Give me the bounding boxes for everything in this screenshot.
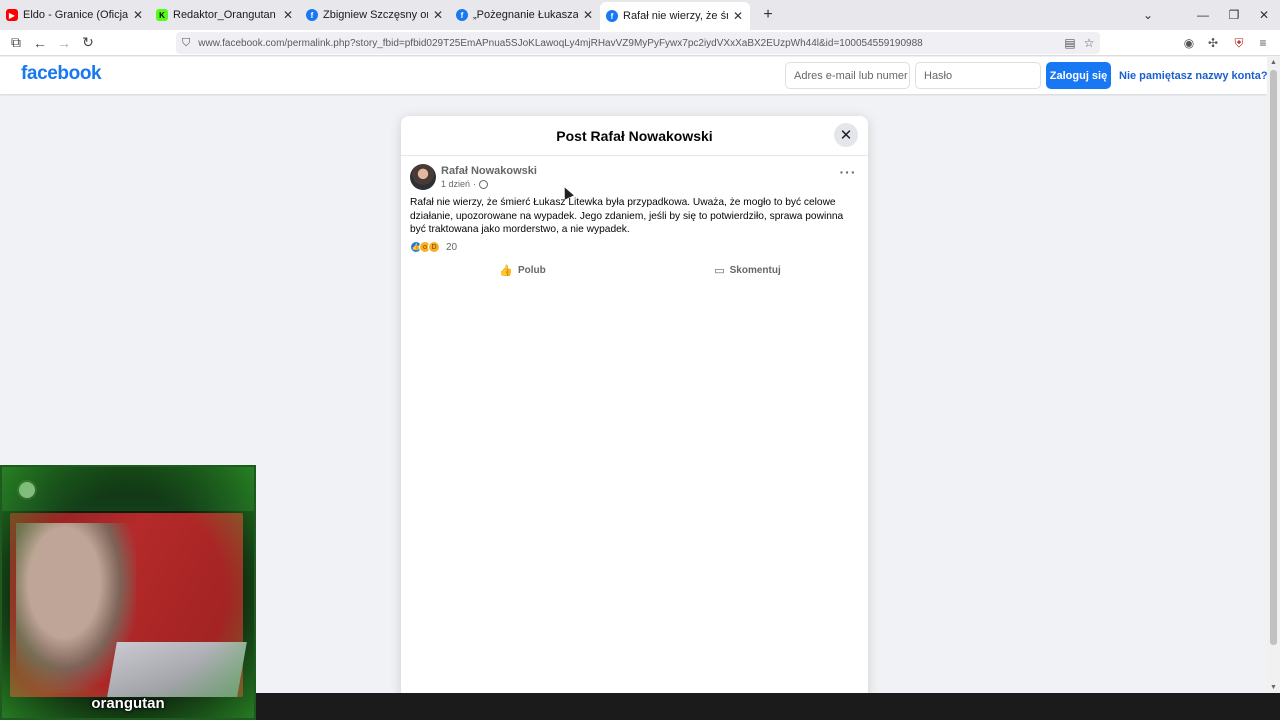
facebook-icon: f	[306, 9, 318, 21]
kick-icon: K	[156, 9, 168, 21]
post-author[interactable]: Rafał Nowakowski	[441, 165, 537, 177]
tab-title: Redaktor_Orangutan Stream - W	[173, 9, 278, 21]
close-icon[interactable]: ✕	[282, 8, 294, 22]
email-field[interactable]: Adres e-mail lub numer telefonu	[785, 62, 910, 89]
post-actions: 👍 Polub ▭ Skomentuj	[410, 260, 860, 280]
post-time[interactable]: 1 dzień	[441, 179, 470, 189]
bookmark-star-icon[interactable]: ☆	[1078, 32, 1100, 54]
author-avatar[interactable]	[410, 164, 436, 190]
scroll-down-icon[interactable]: ▼	[1268, 683, 1279, 693]
youtube-icon: ▶	[6, 9, 18, 21]
comment-button[interactable]: ▭ Skomentuj	[635, 260, 860, 280]
like-label: Polub	[517, 264, 546, 276]
webcam-glow	[2, 467, 254, 718]
minimize-icon[interactable]: —	[1187, 0, 1219, 30]
address-bar[interactable]: ⛉ www.facebook.com/permalink.php?story_f…	[176, 32, 1100, 54]
post-text: Rafał nie wierzy, że śmierć Łukasz Litew…	[410, 197, 844, 235]
thumbs-up-icon: 👍	[499, 264, 513, 277]
scroll-up-icon[interactable]: ▲	[1268, 58, 1279, 68]
separator-dot: ·	[473, 179, 477, 189]
reactions-summary[interactable]: 👍 o D 20	[410, 241, 457, 253]
comment-label: Skomentuj	[729, 264, 781, 276]
reaction-count: 20	[446, 241, 458, 253]
password-field[interactable]: Hasło	[915, 62, 1041, 89]
tab-title: Zbigniew Szczęsny on Reels | Fa	[323, 9, 428, 21]
tab-list-chevron-icon[interactable]: ⌄	[1132, 0, 1164, 30]
sidebar-icon[interactable]: ⧉	[4, 31, 28, 55]
window-close-icon[interactable]: ✕	[1248, 0, 1280, 30]
facebook-header: facebook Adres e-mail lub numer telefonu…	[0, 57, 1268, 94]
close-icon: ✕	[839, 127, 853, 144]
dialog-title: Post Rafał Nowakowski	[556, 128, 713, 144]
facebook-icon: f	[456, 9, 468, 21]
bottom-bar	[256, 693, 1280, 720]
post-dialog: Post Rafał Nowakowski ✕ Rafał Nowakowski…	[401, 116, 868, 696]
close-icon[interactable]: ✕	[132, 8, 144, 22]
restore-icon[interactable]: ❐	[1218, 0, 1250, 30]
browser-tab[interactable]: ▶ Eldo - Granice (Oficjalny Teledysk) ✕	[0, 0, 150, 30]
facebook-logo[interactable]: facebook	[21, 63, 102, 85]
like-button[interactable]: 👍 Polub	[410, 260, 635, 280]
shield-icon[interactable]: ⛨	[1228, 32, 1250, 54]
close-icon[interactable]: ✕	[432, 8, 444, 22]
new-tab-button[interactable]: +	[754, 1, 782, 29]
browser-tab-active[interactable]: f Rafał nie wierzy, że śmierć Łuka ✕	[600, 2, 750, 30]
browser-tab[interactable]: f Zbigniew Szczęsny on Reels | Fa ✕	[300, 0, 450, 30]
close-icon[interactable]: ✕	[732, 9, 744, 23]
site-info-icon[interactable]: ⛉	[182, 37, 190, 50]
forgot-account-link[interactable]: Nie pamiętasz nazwy konta?	[1119, 70, 1268, 82]
login-button[interactable]: Zaloguj się	[1046, 62, 1111, 89]
reload-icon[interactable]: ↻	[76, 31, 100, 55]
browser-tab[interactable]: K Redaktor_Orangutan Stream - W ✕	[150, 0, 300, 30]
account-icon[interactable]: ◉	[1178, 32, 1200, 54]
close-icon[interactable]: ✕	[582, 8, 594, 22]
tab-title: Eldo - Granice (Oficjalny Teledysk)	[23, 9, 128, 21]
tab-title: „Pożegnanie Łukasza Litewki jes	[473, 9, 578, 21]
facebook-icon: f	[606, 10, 618, 22]
webcam-overlay: orangutan	[0, 465, 256, 720]
globe-icon	[479, 179, 489, 189]
extensions-icon[interactable]: ✣	[1202, 32, 1224, 54]
comment-icon: ▭	[714, 264, 725, 277]
dialog-header: Post Rafał Nowakowski ✕	[401, 116, 868, 156]
more-options-button[interactable]: ···	[837, 165, 859, 182]
forward-icon[interactable]: →	[52, 31, 76, 55]
menu-icon[interactable]: ≡	[1252, 32, 1274, 54]
haha-reaction-icon: D	[428, 241, 440, 253]
tab-title: Rafał nie wierzy, że śmierć Łuka	[623, 10, 728, 22]
close-dialog-button[interactable]: ✕	[834, 123, 858, 147]
browser-tab[interactable]: f „Pożegnanie Łukasza Litewki jes ✕	[450, 0, 600, 30]
webcam-label: orangutan	[91, 695, 165, 712]
scrollbar-thumb[interactable]	[1270, 70, 1277, 645]
browser-tab-bar: ▶ Eldo - Granice (Oficjalny Teledysk) ✕ …	[0, 0, 1280, 30]
post-meta: 1 dzień ·	[441, 179, 489, 189]
url-text: www.facebook.com/permalink.php?story_fbi…	[198, 37, 923, 49]
back-icon[interactable]: ←	[28, 31, 52, 55]
browser-nav-bar: ⧉ ← → ↻ ⛉ www.facebook.com/permalink.php…	[0, 30, 1280, 56]
